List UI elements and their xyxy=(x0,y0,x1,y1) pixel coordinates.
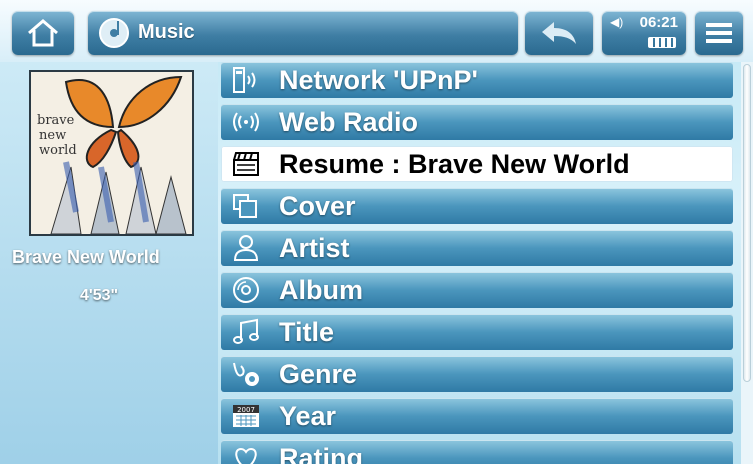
menu-item-label: Cover xyxy=(279,190,356,221)
track-duration: 4'53" xyxy=(80,287,119,304)
scrollbar[interactable] xyxy=(741,62,753,464)
menu-item-resume[interactable]: Resume : Brave New World xyxy=(221,146,733,182)
genre-icon xyxy=(231,360,261,388)
radio-waves-icon xyxy=(231,108,261,136)
menu-item-network[interactable]: Network 'UPnP' xyxy=(221,62,733,98)
menu-item-label: Rating xyxy=(279,442,363,464)
music-note-icon xyxy=(231,318,261,346)
menu-item-album[interactable]: Album xyxy=(221,272,733,308)
menu-item-title[interactable]: Title xyxy=(221,314,733,350)
menu-item-label: Genre xyxy=(279,358,358,389)
network-device-icon xyxy=(231,66,261,94)
heart-icon xyxy=(231,444,261,464)
cover-text-1: brave xyxy=(37,113,75,128)
menu-icon xyxy=(706,23,732,43)
butterfly-artwork-icon: brave new world xyxy=(31,72,192,234)
track-title: Brave New World xyxy=(12,247,160,267)
menu-item-label: Year xyxy=(279,400,337,431)
menu-button[interactable] xyxy=(695,11,743,55)
status-panel: ◀) 06:21 xyxy=(602,11,686,55)
calendar-year-text: 2007 xyxy=(237,406,255,414)
menu-item-label: Title xyxy=(279,316,335,347)
menu-item-label: Artist xyxy=(279,232,350,263)
clapperboard-icon xyxy=(231,150,261,178)
menu-item-label: Resume : Brave New World xyxy=(279,148,630,179)
album-cover: brave new world xyxy=(29,70,194,236)
menu-item-label: Network 'UPnP' xyxy=(279,64,478,95)
scrollbar-thumb[interactable] xyxy=(743,64,751,382)
menu-item-label: Album xyxy=(279,274,363,305)
now-playing-panel: brave new world Brave New World 4'53" xyxy=(0,62,218,464)
top-bar: Music ◀) 06:21 xyxy=(0,0,753,62)
home-icon xyxy=(28,19,58,47)
menu-item-label: Web Radio xyxy=(279,106,419,137)
music-disc-icon xyxy=(99,18,129,48)
menu-item-artist[interactable]: Artist xyxy=(221,230,733,266)
page-title: Music xyxy=(138,21,195,43)
volume-icon: ◀) xyxy=(610,15,624,29)
menu-item-cover[interactable]: Cover xyxy=(221,188,733,224)
menu-item-rating[interactable]: Rating xyxy=(221,440,733,464)
covers-icon xyxy=(231,192,261,220)
menu-item-web-radio[interactable]: Web Radio xyxy=(221,104,733,140)
home-button[interactable] xyxy=(12,11,74,55)
title-bar: Music xyxy=(88,11,518,55)
cover-text-3: world xyxy=(39,143,77,158)
person-icon xyxy=(231,234,261,262)
back-button[interactable] xyxy=(525,11,593,55)
menu-list: Network 'UPnP' Web Radio Resume : Brave … xyxy=(221,62,733,464)
battery-icon xyxy=(648,37,676,48)
clock: 06:21 xyxy=(639,14,678,31)
back-arrow-icon xyxy=(542,22,576,44)
cover-text-2: new xyxy=(39,128,66,143)
calendar-icon: 2007 xyxy=(231,402,261,430)
menu-item-genre[interactable]: Genre xyxy=(221,356,733,392)
menu-item-year[interactable]: 2007 Year xyxy=(221,398,733,434)
disc-icon xyxy=(231,276,261,304)
